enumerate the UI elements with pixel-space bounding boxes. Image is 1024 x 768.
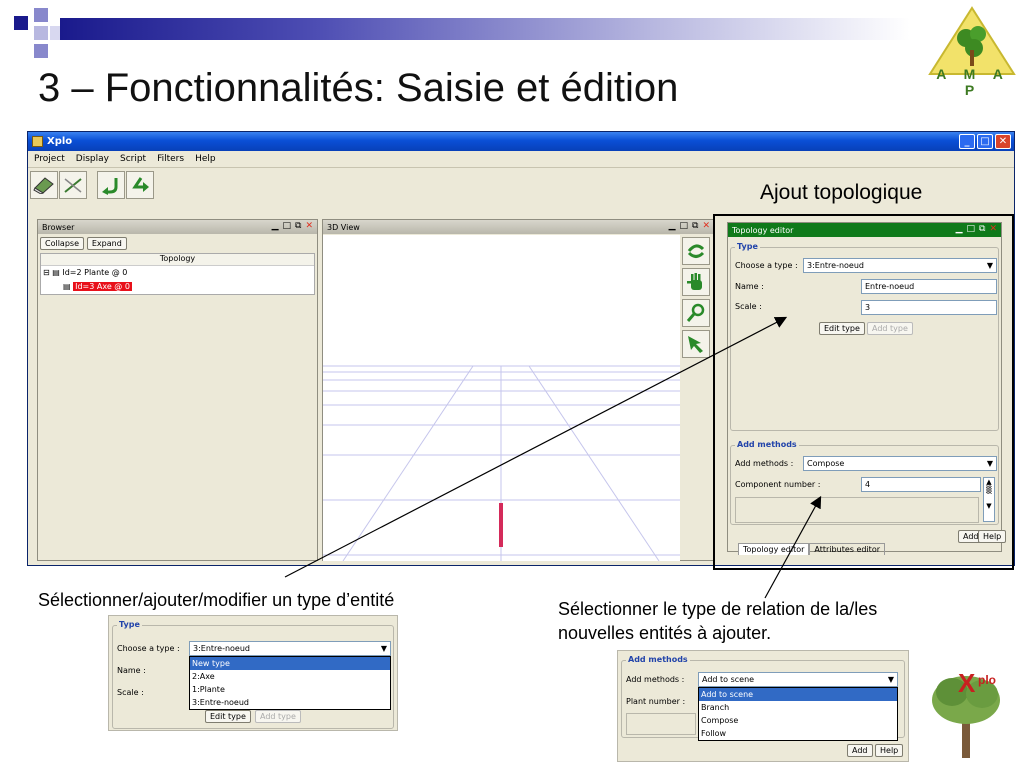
- option-plante[interactable]: 1:Plante: [190, 683, 390, 696]
- inset-choose-combo[interactable]: 3:Entre-noeud ▼: [189, 641, 391, 656]
- eraser-tool-button[interactable]: [30, 171, 58, 199]
- caption-right-1: Sélectionner le type de relation de la/l…: [558, 599, 878, 619]
- inset-type-group: Type Choose a type : 3:Entre-noeud ▼ Name…: [112, 620, 394, 729]
- scissors-icon: [64, 178, 82, 193]
- tree-node-label-selected: Id=3 Axe @ 0: [73, 282, 132, 291]
- close-icon[interactable]: ✕: [305, 221, 313, 231]
- menu-bar: Project Display Script Filters Help: [28, 151, 1014, 168]
- annotation-title: Ajout topologique: [760, 181, 923, 204]
- minimize-button[interactable]: _: [959, 134, 975, 149]
- expand-button[interactable]: Expand: [86, 237, 127, 250]
- cursor-arrow-icon: [688, 336, 703, 353]
- node-icon: ▤: [63, 282, 71, 291]
- caption-right-2: nouvelles entités à ajouter.: [558, 623, 772, 643]
- inset-choose-label: Choose a type :: [117, 644, 180, 653]
- menu-display[interactable]: Display: [76, 154, 109, 164]
- caption-left: Sélectionner/ajouter/modifier un type d’…: [38, 590, 395, 610]
- inset-methods-group-label: Add methods: [626, 655, 690, 664]
- xplo-logo-text: plo: [978, 673, 996, 687]
- redo-button[interactable]: [126, 171, 154, 199]
- magnifier-icon: [686, 303, 705, 322]
- inset-choose-value: 3:Entre-noeud: [193, 644, 251, 653]
- inset-add-button[interactable]: Add: [847, 744, 873, 757]
- minimize-icon[interactable]: ▁: [272, 221, 279, 231]
- annotation-highlight-box: [713, 214, 1014, 570]
- topology-tree: Topology ⊟ ▤ Id=2 Plante @ 0 ▤ Id=3 Axe …: [40, 253, 315, 295]
- inset-add-type-button[interactable]: Add type: [255, 710, 301, 723]
- inset-component-list: [626, 713, 696, 735]
- maximize-icon[interactable]: □: [283, 221, 292, 231]
- node-icon: ▤: [52, 268, 60, 277]
- axis-segment: [499, 503, 503, 547]
- menu-filters[interactable]: Filters: [157, 154, 184, 164]
- slide-title: 3 – Fonctionnalités: Saisie et édition: [38, 66, 679, 110]
- inset-edit-type-button[interactable]: Edit type: [205, 710, 251, 723]
- inset-type-group-label: Type: [117, 620, 142, 629]
- 3d-view-title: 3D View: [327, 222, 360, 232]
- rotate-icon: [687, 244, 705, 258]
- 3d-canvas[interactable]: [323, 235, 680, 561]
- browser-title: Browser: [42, 222, 75, 232]
- xplo-tree-logo: X plo: [932, 668, 1000, 758]
- type-dropdown-inset: Type Choose a type : 3:Entre-noeud ▼ Name…: [108, 615, 398, 731]
- 3d-view-panel: 3D View ▁ □ ⧉ ✕: [322, 219, 715, 561]
- option-new-type[interactable]: New type: [190, 657, 390, 670]
- restore-icon[interactable]: ⧉: [692, 221, 698, 231]
- svg-text:X: X: [958, 668, 976, 698]
- maximize-icon[interactable]: □: [680, 221, 689, 231]
- pan-tool-button[interactable]: [682, 268, 710, 296]
- option-branch[interactable]: Branch: [699, 701, 897, 714]
- methods-options-list: Add to scene Branch Compose Follow: [698, 687, 898, 741]
- undo-button[interactable]: [97, 171, 125, 199]
- window-titlebar: Xplo _ □ ✕: [28, 132, 1014, 151]
- inset-methods-combo[interactable]: Add to scene ▼: [698, 672, 898, 687]
- menu-script[interactable]: Script: [120, 154, 146, 164]
- header-gradient-bar: [60, 18, 910, 40]
- inset-scale-label: Scale :: [117, 688, 144, 697]
- inset-methods-value: Add to scene: [702, 675, 755, 684]
- option-axe[interactable]: 2:Axe: [190, 670, 390, 683]
- methods-dropdown-inset: Add methods Add methods : Add to scene ▼ …: [617, 650, 909, 762]
- browser-titlebar: Browser ▁ □ ⧉ ✕: [38, 220, 317, 234]
- undo-icon: [102, 178, 118, 195]
- cut-tool-button[interactable]: [59, 171, 87, 199]
- tree-node-label: Id=2 Plante @ 0: [62, 268, 128, 277]
- hand-icon: [687, 273, 702, 290]
- tree-node-plante[interactable]: ⊟ ▤ Id=2 Plante @ 0: [41, 266, 314, 280]
- option-compose[interactable]: Compose: [699, 714, 897, 727]
- inset-methods-group: Add methods Add methods : Add to scene ▼ …: [621, 655, 905, 741]
- 3d-view-titlebar: 3D View ▁ □ ⧉ ✕: [323, 220, 714, 234]
- tree-node-axe[interactable]: ▤ Id=3 Axe @ 0: [41, 280, 314, 294]
- inset-plant-label: Plant number :: [626, 697, 686, 706]
- window-title: Xplo: [47, 136, 73, 147]
- app-icon: [32, 136, 43, 147]
- inset-name-label: Name :: [117, 666, 146, 675]
- select-tool-button[interactable]: [682, 330, 710, 358]
- option-add-to-scene[interactable]: Add to scene: [699, 688, 897, 701]
- minimize-icon[interactable]: ▁: [669, 221, 676, 231]
- collapse-button[interactable]: Collapse: [40, 237, 84, 250]
- dropdown-arrow-icon: ▼: [380, 644, 387, 653]
- topology-column-header: Topology: [41, 254, 314, 266]
- zoom-tool-button[interactable]: [682, 299, 710, 327]
- amap-logo-text: A M A P: [936, 66, 1010, 98]
- type-options-list: New type 2:Axe 1:Plante 3:Entre-noeud: [189, 656, 391, 710]
- close-icon[interactable]: ✕: [702, 221, 710, 231]
- dropdown-arrow-icon: ▼: [887, 675, 894, 684]
- restore-icon[interactable]: ⧉: [295, 221, 301, 231]
- browser-panel: Browser ▁ □ ⧉ ✕ Collapse Expand Topology…: [37, 219, 318, 561]
- menu-help[interactable]: Help: [195, 154, 216, 164]
- maximize-button[interactable]: □: [977, 134, 993, 149]
- option-follow[interactable]: Follow: [699, 727, 897, 740]
- option-entre-noeud[interactable]: 3:Entre-noeud: [190, 696, 390, 709]
- menu-project[interactable]: Project: [34, 154, 65, 164]
- rotate-tool-button[interactable]: [682, 237, 710, 265]
- eraser-icon: [33, 177, 54, 194]
- close-button[interactable]: ✕: [995, 134, 1011, 149]
- inset-help-button[interactable]: Help: [875, 744, 904, 757]
- redo-icon: [132, 177, 149, 192]
- inset-methods-label: Add methods :: [626, 675, 685, 684]
